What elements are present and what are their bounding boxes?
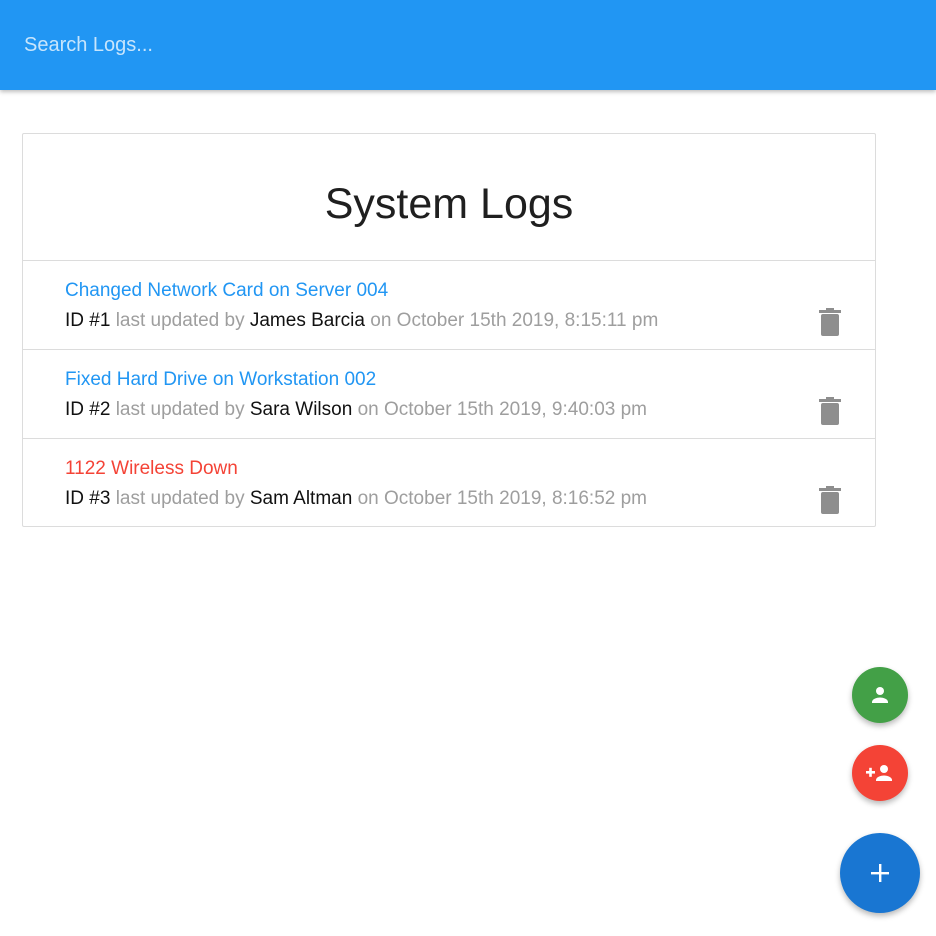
techs-list-button[interactable] <box>852 667 908 723</box>
search-input[interactable] <box>24 25 624 65</box>
log-message-link[interactable]: 1122 Wireless Down <box>65 458 238 480</box>
log-on-label: on <box>357 488 379 509</box>
person-icon <box>872 687 888 703</box>
add-log-button[interactable] <box>840 833 920 913</box>
log-tech-name: James Barcia <box>249 310 365 331</box>
log-item: Changed Network Card on Server 004 ID #1… <box>23 261 875 350</box>
log-id: ID #3 <box>65 488 111 509</box>
log-date: October 15th 2019, 8:15:11 pm <box>396 310 659 331</box>
log-updated-by-label: last updated by <box>115 488 245 509</box>
log-meta: ID #3 last updated by Sam Altman on Octo… <box>65 488 647 510</box>
log-meta: ID #1 last updated by James Barcia on Oc… <box>65 310 658 332</box>
log-date: October 15th 2019, 9:40:03 pm <box>383 399 647 420</box>
log-item: Fixed Hard Drive on Workstation 002 ID #… <box>23 350 875 439</box>
logs-card: System Logs Changed Network Card on Serv… <box>22 133 876 527</box>
log-tech-name: Sara Wilson <box>249 399 353 420</box>
log-updated-by-label: last updated by <box>115 310 245 331</box>
add-tech-button[interactable] <box>852 745 908 801</box>
log-item: 1122 Wireless Down ID #3 last updated by… <box>23 439 875 527</box>
add-icon <box>871 864 889 882</box>
delete-trash-icon[interactable] <box>819 397 841 425</box>
log-message-link[interactable]: Changed Network Card on Server 004 <box>65 280 388 302</box>
log-meta: ID #2 last updated by Sara Wilson on Oct… <box>65 399 647 421</box>
delete-trash-icon[interactable] <box>819 486 841 514</box>
log-tech-name: Sam Altman <box>249 488 353 509</box>
log-id: ID #1 <box>65 310 111 331</box>
logs-card-header: System Logs <box>23 134 875 261</box>
log-on-label: on <box>357 399 379 420</box>
log-id: ID #2 <box>65 399 111 420</box>
log-updated-by-label: last updated by <box>115 399 245 420</box>
person-add-icon <box>866 765 892 781</box>
top-nav-bar <box>0 0 936 90</box>
log-message-link[interactable]: Fixed Hard Drive on Workstation 002 <box>65 369 376 391</box>
log-date: October 15th 2019, 8:16:52 pm <box>384 488 648 509</box>
delete-trash-icon[interactable] <box>819 308 841 336</box>
page-title: System Logs <box>324 179 574 228</box>
log-on-label: on <box>370 310 392 331</box>
